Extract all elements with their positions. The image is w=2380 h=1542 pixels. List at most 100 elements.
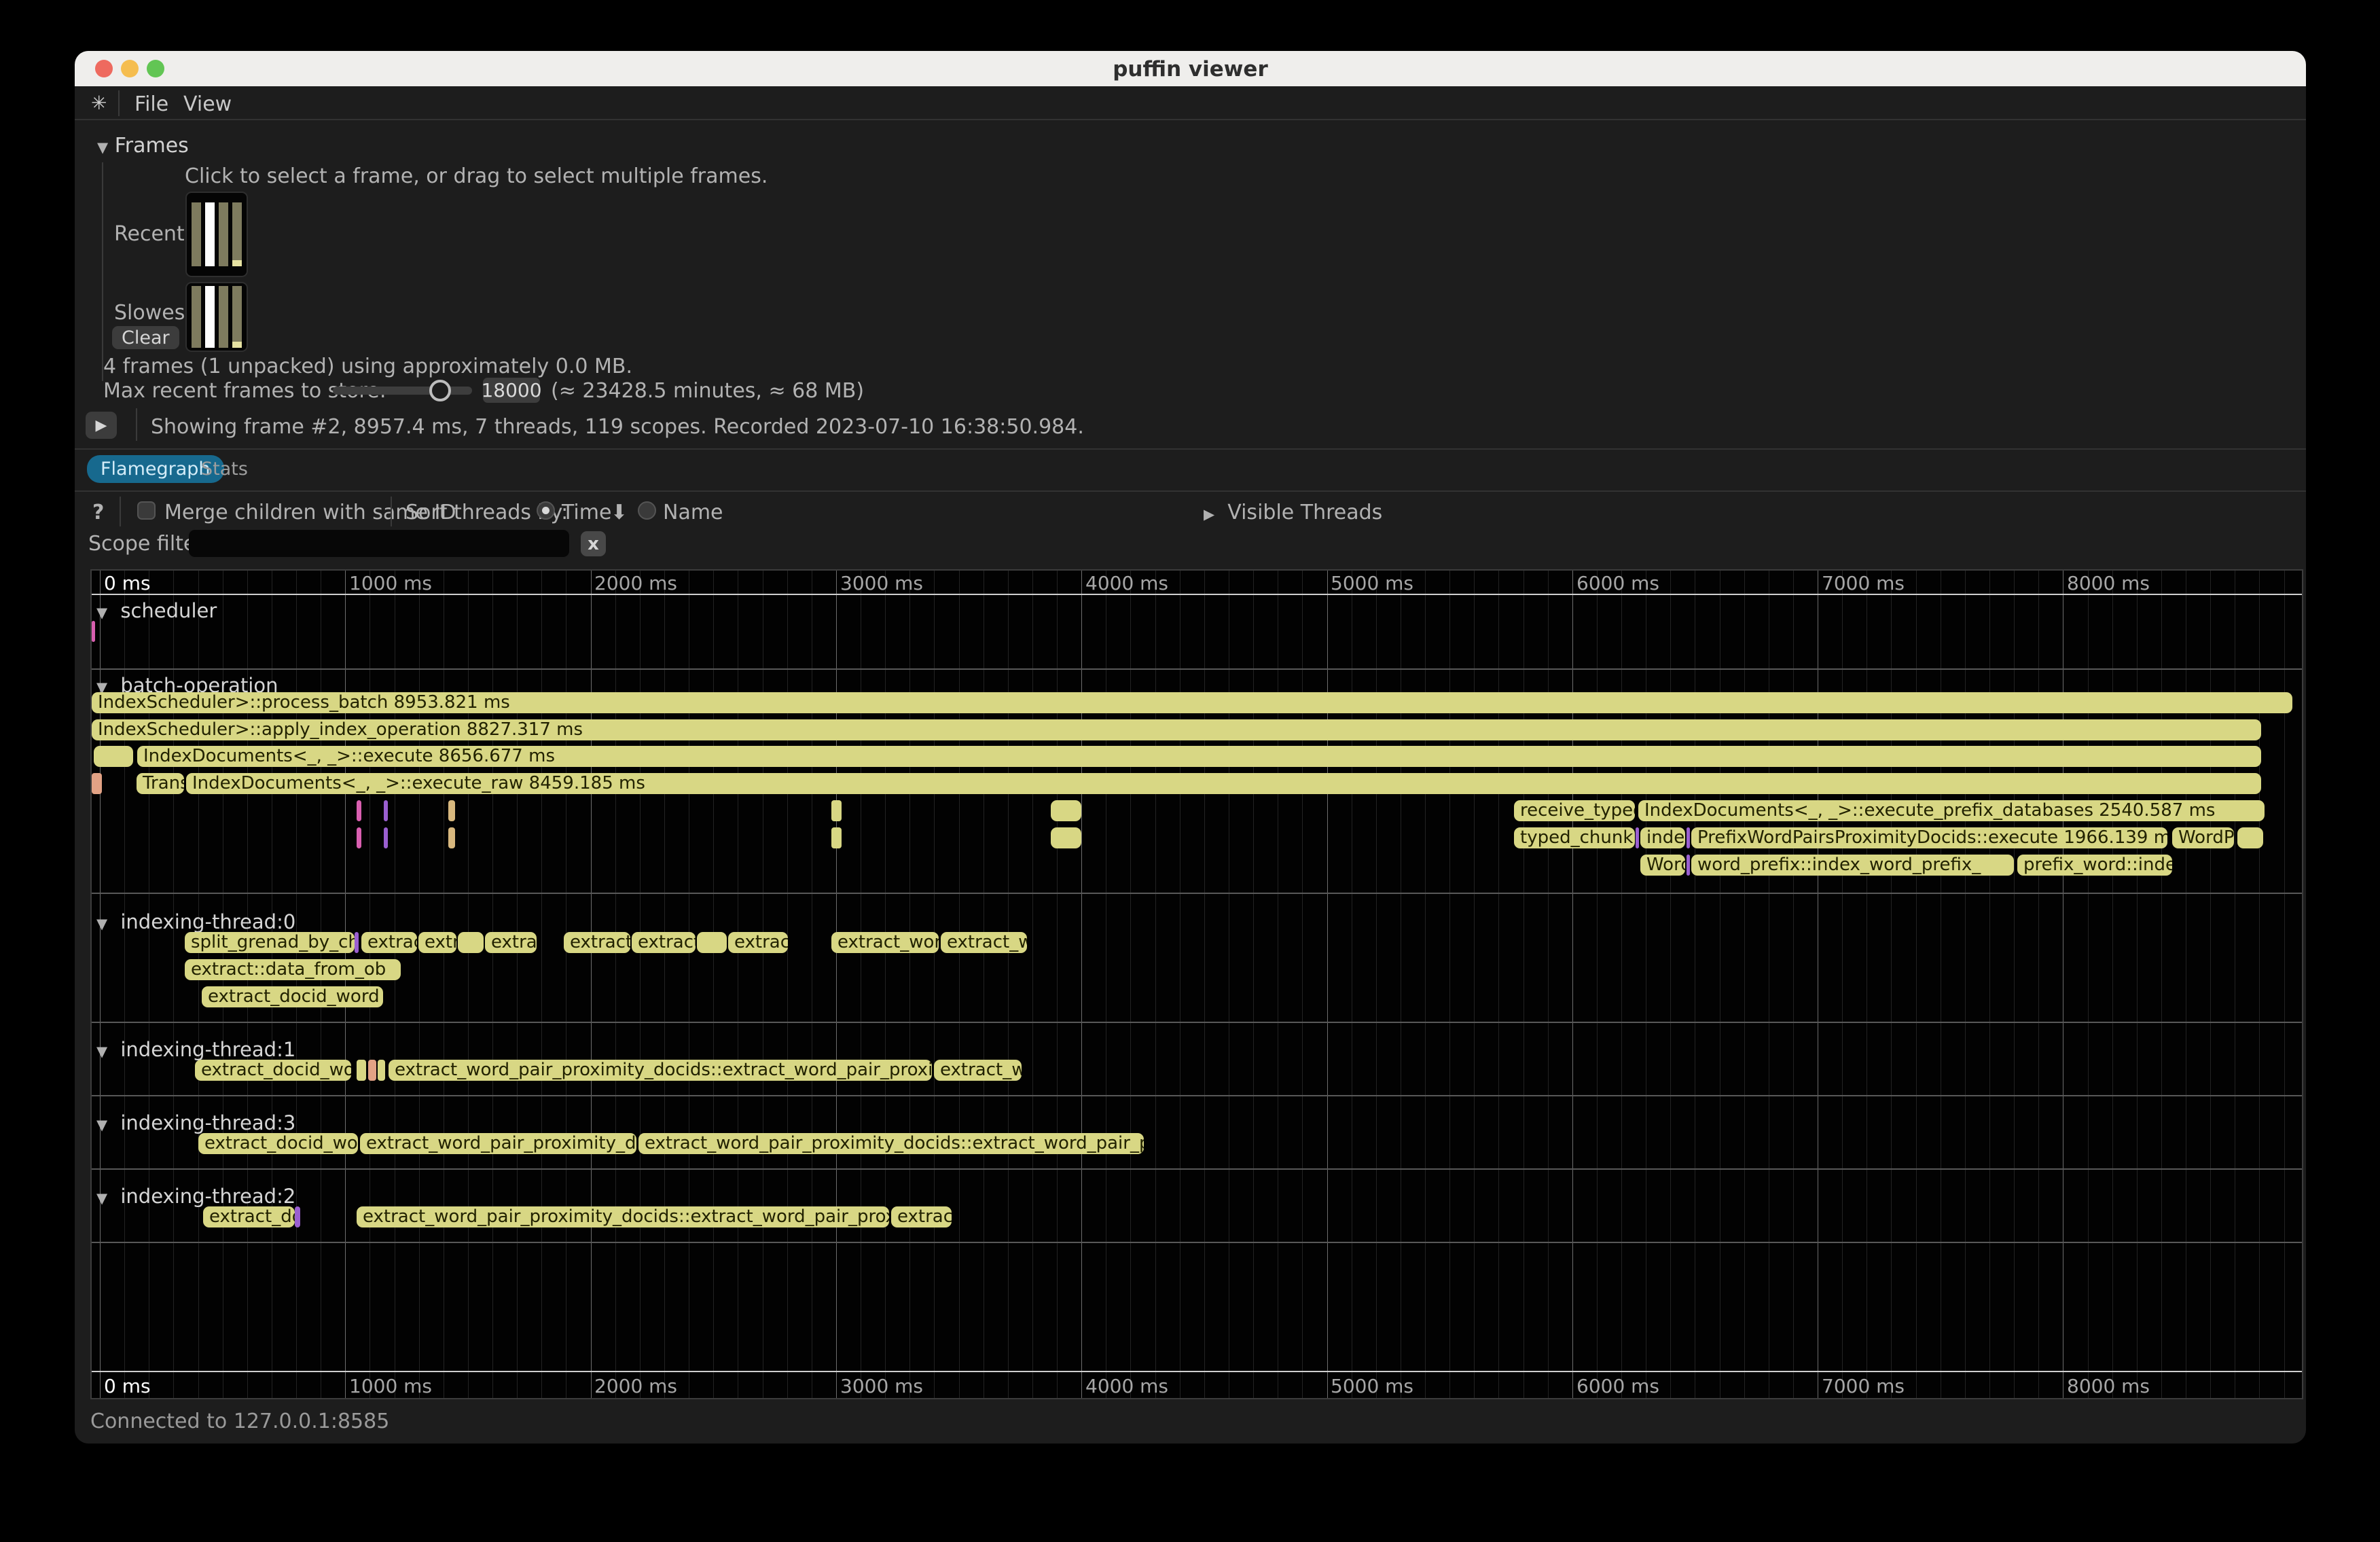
thread-section-header[interactable]: ▼ indexing-thread:2 (96, 1185, 295, 1208)
play-button[interactable]: ▶ (86, 412, 117, 439)
merge-children-checkbox[interactable] (137, 501, 156, 520)
app-window: puffin viewer ✳ File View ▼ Frames Click… (75, 51, 2306, 1444)
scope-bar[interactable] (697, 932, 727, 953)
scope-bar[interactable]: extract_word_pair_proximity_docids::extr… (638, 1133, 1144, 1154)
scope-bar[interactable]: extract_word (831, 932, 939, 953)
scope-bar[interactable]: IndexDocuments<_, _>::execute_raw 8459.1… (186, 773, 2261, 794)
scope-bar[interactable]: index (1640, 827, 1685, 848)
scope-bar[interactable]: extract_word_pair_proximity_docids::extr… (357, 1206, 889, 1227)
scope-bar[interactable] (1051, 800, 1081, 821)
scope-bar[interactable]: extract_word_pair_proximity_docids::extr… (389, 1060, 932, 1081)
scope-bar[interactable] (384, 827, 388, 848)
scope-bar[interactable]: extract_word_pair_proximity_docids (360, 1133, 636, 1154)
app-menu-icon[interactable]: ✳ (91, 92, 107, 114)
chevron-down-icon: ▼ (96, 1190, 107, 1206)
scope-bar[interactable]: IndexDocuments<_, _>::execute_prefix_dat… (1638, 800, 2265, 821)
scope-bar[interactable]: split_grenad_by_chun (185, 932, 355, 953)
slowest-frame-thumbnail[interactable] (185, 282, 248, 352)
scope-bar[interactable] (92, 773, 102, 794)
scope-bar[interactable]: receive_typed_ (1514, 800, 1635, 821)
clear-filter-button[interactable]: x (581, 531, 606, 556)
sort-name-label: Name (663, 501, 723, 524)
scope-bar[interactable] (357, 800, 361, 821)
thread-section-header[interactable]: ▼ indexing-thread:1 (96, 1038, 295, 1061)
scope-bar[interactable]: extract (361, 932, 417, 953)
scope-bar[interactable] (831, 827, 842, 848)
scope-bar[interactable] (295, 1206, 300, 1227)
visible-threads-header[interactable]: ▶ Visible Threads (1204, 501, 1382, 524)
scope-bar[interactable]: IndexDocuments<_, _>::execute 8656.677 m… (137, 746, 2261, 767)
thread-section-header[interactable]: ▼ indexing-thread:3 (96, 1111, 295, 1134)
max-frames-slider-knob[interactable] (429, 380, 451, 401)
axis-line-bottom (92, 1371, 2302, 1372)
scope-bar[interactable]: extrac (891, 1206, 952, 1227)
axis-tick-label: 1000 ms (349, 1375, 432, 1397)
help-button[interactable]: ? (92, 501, 104, 524)
scope-bar[interactable] (357, 1060, 366, 1081)
scope-bar[interactable] (357, 827, 361, 848)
scope-bar[interactable]: extract_docid_word (195, 1060, 351, 1081)
axis-tick-label: 2000 ms (594, 572, 677, 594)
scope-bar[interactable]: extra (418, 932, 456, 953)
scope-bar[interactable]: extract_ (564, 932, 630, 953)
scope-bar[interactable] (355, 932, 359, 953)
menu-file[interactable]: File (134, 92, 168, 116)
scope-bar[interactable]: prefix_word::index_prefix_wo (2017, 855, 2172, 876)
axis-tick-label: 8000 ms (2067, 572, 2150, 594)
scope-bar[interactable]: extract_wo (934, 1060, 1022, 1081)
scope-bar[interactable] (1051, 827, 1081, 848)
scope-bar[interactable]: extract_docid_word (202, 986, 383, 1007)
frames-collapse-header[interactable]: ▼ Frames (97, 134, 189, 158)
frames-hint: Click to select a frame, or drag to sele… (185, 164, 768, 188)
frame-status-line: Showing frame #2, 8957.4 ms, 7 threads, … (151, 415, 1084, 439)
chevron-down-icon: ▼ (96, 916, 107, 932)
scope-bar[interactable] (1687, 827, 1690, 848)
scope-bar[interactable] (831, 800, 842, 821)
tab-stats[interactable]: Stats (198, 455, 251, 483)
flamegraph-canvas[interactable]: 0 ms0 ms1000 ms1000 ms2000 ms2000 ms3000… (90, 569, 2303, 1399)
thread-section-header[interactable]: ▼ scheduler (96, 599, 217, 622)
scope-bar[interactable] (458, 932, 484, 953)
scope-bar[interactable] (378, 1060, 385, 1081)
scope-bar[interactable]: Word (1640, 855, 1685, 876)
scope-bar[interactable]: Trans (137, 773, 184, 794)
axis-tick-label: 5000 ms (1331, 572, 1413, 594)
scope-bar[interactable] (448, 800, 455, 821)
scope-bar[interactable] (368, 1060, 376, 1081)
section-separator (92, 1242, 2302, 1243)
scope-bar[interactable]: extrac (485, 932, 537, 953)
clear-frames-button[interactable]: Clear (112, 326, 179, 349)
indent-guide (102, 162, 103, 381)
scope-bar[interactable]: extract_wo (941, 932, 1027, 953)
scope-bar[interactable]: word_prefix::index_word_prefix_ (1691, 855, 2014, 876)
axis-tick-label: 4000 ms (1085, 572, 1168, 594)
scope-bar[interactable]: extract_docid_word (198, 1133, 358, 1154)
sort-name-radio[interactable] (638, 501, 656, 520)
recent-frame-thumbnail[interactable] (185, 192, 248, 277)
scope-bar[interactable] (2237, 827, 2263, 848)
scope-bar[interactable]: typed_chunk::w (1514, 827, 1635, 848)
scope-bar[interactable] (92, 621, 95, 642)
scope-bar[interactable] (1687, 855, 1690, 876)
scope-bar[interactable] (384, 800, 388, 821)
title-bar[interactable]: puffin viewer (75, 51, 2306, 86)
thread-section-header[interactable]: ▼ indexing-thread:0 (96, 910, 295, 933)
scope-bar[interactable]: extract_doc (203, 1206, 295, 1227)
sort-direction-icon[interactable]: ⬇ (611, 501, 628, 524)
axis-tick-label: 8000 ms (2067, 1375, 2150, 1397)
scope-bar[interactable]: extract_ (632, 932, 696, 953)
scope-bar[interactable]: WordPr (2172, 827, 2234, 848)
max-frames-value[interactable]: 18000 (483, 378, 540, 403)
scope-bar[interactable] (448, 827, 455, 848)
scope-bar[interactable]: PrefixWordPairsProximityDocids::execute … (1691, 827, 2167, 848)
max-frames-slider-track[interactable] (333, 387, 472, 395)
menu-view[interactable]: View (183, 92, 232, 116)
scope-bar[interactable]: extract (728, 932, 788, 953)
scope-filter-input[interactable] (189, 530, 569, 557)
scope-bar[interactable]: extract::data_from_ob (185, 959, 401, 980)
scope-bar[interactable] (94, 746, 133, 767)
scope-bar[interactable]: IndexScheduler>::apply_index_operation 8… (92, 719, 2261, 740)
sort-time-radio[interactable] (537, 501, 555, 520)
scope-bar[interactable] (1636, 827, 1639, 848)
scope-bar[interactable]: IndexScheduler>::process_batch 8953.821 … (92, 692, 2292, 713)
